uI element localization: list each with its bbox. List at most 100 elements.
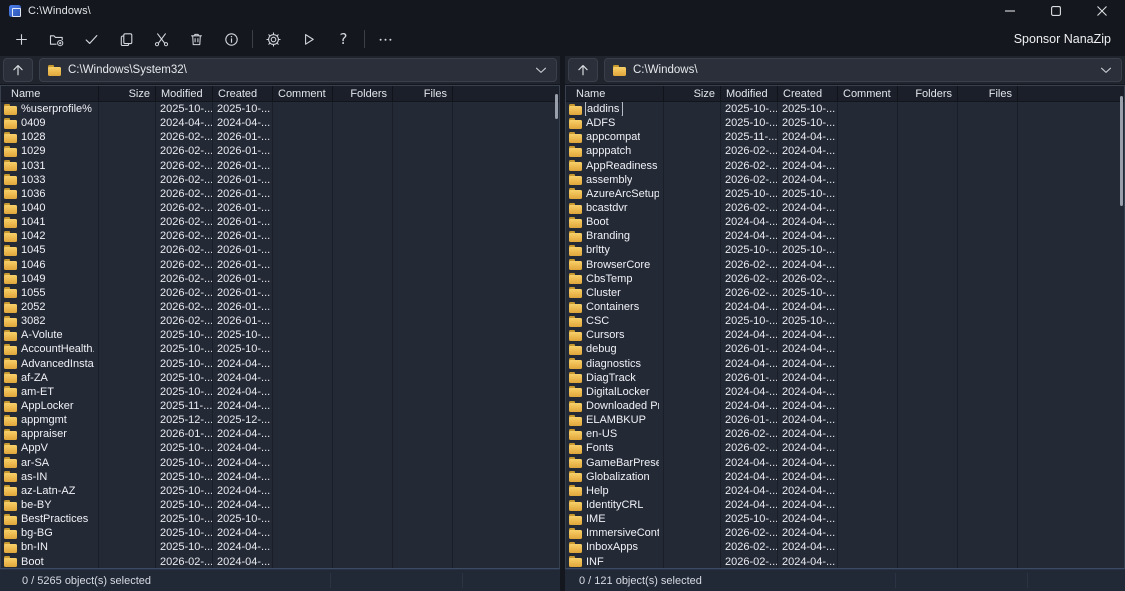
file-row[interactable]: Boot2024-04-...2024-04-...: [566, 215, 1124, 229]
file-row[interactable]: diagnostics2024-04-...2024-04-...: [566, 357, 1124, 371]
file-row[interactable]: 10552026-02-...2026-01-...: [1, 286, 559, 300]
path-combobox[interactable]: C:\Windows\System32\: [39, 58, 557, 82]
delete-button[interactable]: [179, 24, 214, 54]
file-row[interactable]: AzureArcSetup2025-10-...2025-10-...: [566, 187, 1124, 201]
file-row[interactable]: 10412026-02-...2026-01-...: [1, 215, 559, 229]
copy-button[interactable]: [109, 24, 144, 54]
up-button[interactable]: [568, 58, 598, 82]
file-row[interactable]: 10492026-02-...2026-01-...: [1, 272, 559, 286]
file-row[interactable]: ar-SA2025-10-...2024-04-...: [1, 456, 559, 470]
info-button[interactable]: [214, 24, 249, 54]
file-row[interactable]: az-Latn-AZ2025-10-...2024-04-...: [1, 484, 559, 498]
column-header-modified[interactable]: Modified: [721, 86, 778, 101]
file-row[interactable]: appmgmt2025-12-...2025-12-...: [1, 413, 559, 427]
file-row[interactable]: Cluster2026-02-...2025-10-...: [566, 286, 1124, 300]
chevron-down-icon[interactable]: [1099, 64, 1113, 76]
file-row[interactable]: DigitalLocker2024-04-...2024-04-...: [566, 385, 1124, 399]
path-combobox[interactable]: C:\Windows\: [604, 58, 1122, 82]
column-header-comment[interactable]: Comment: [838, 86, 898, 101]
chevron-down-icon[interactable]: [534, 64, 548, 76]
maximize-button[interactable]: [1033, 0, 1079, 22]
file-row[interactable]: Branding2024-04-...2024-04-...: [566, 229, 1124, 243]
file-row[interactable]: en-US2026-02-...2024-04-...: [566, 427, 1124, 441]
close-button[interactable]: [1079, 0, 1125, 22]
file-row[interactable]: 10422026-02-...2026-01-...: [1, 229, 559, 243]
file-row[interactable]: af-ZA2025-10-...2024-04-...: [1, 371, 559, 385]
file-row[interactable]: GameBarPresen...2024-04-...2024-04-...: [566, 456, 1124, 470]
vertical-scrollbar-thumb[interactable]: [555, 94, 558, 119]
file-row[interactable]: brltty2025-10-...2025-10-...: [566, 243, 1124, 257]
column-header-comment[interactable]: Comment: [273, 86, 333, 101]
file-row[interactable]: addins2025-10-...2025-10-...: [566, 102, 1124, 116]
options-button[interactable]: [256, 24, 291, 54]
file-row[interactable]: IdentityCRL2024-04-...2024-04-...: [566, 498, 1124, 512]
file-row[interactable]: Help2024-04-...2024-04-...: [566, 484, 1124, 498]
file-row[interactable]: INF2026-02-...2024-04-...: [566, 555, 1124, 569]
file-row[interactable]: 04092024-04-...2024-04-...: [1, 116, 559, 130]
file-row[interactable]: appcompat2025-11-...2024-04-...: [566, 130, 1124, 144]
file-row[interactable]: AppV2025-10-...2024-04-...: [1, 441, 559, 455]
column-header-folders[interactable]: Folders: [898, 86, 958, 101]
file-row[interactable]: CbsTemp2026-02-...2026-02-...: [566, 272, 1124, 286]
file-row[interactable]: apppatch2026-02-...2024-04-...: [566, 144, 1124, 158]
file-row[interactable]: 10292026-02-...2026-01-...: [1, 144, 559, 158]
file-row[interactable]: BrowserCore2026-02-...2024-04-...: [566, 258, 1124, 272]
extract-button[interactable]: [39, 24, 74, 54]
help-button[interactable]: ?: [326, 24, 361, 54]
test-button[interactable]: [74, 24, 109, 54]
file-row[interactable]: BestPractices2025-10-...2025-10-...: [1, 512, 559, 526]
file-row[interactable]: debug2026-01-...2024-04-...: [566, 342, 1124, 356]
run-button[interactable]: [291, 24, 326, 54]
move-button[interactable]: [144, 24, 179, 54]
file-row[interactable]: bn-IN2025-10-...2024-04-...: [1, 540, 559, 554]
minimize-button[interactable]: [987, 0, 1033, 22]
sponsor-nanazip-button[interactable]: Sponsor NanaZip: [1014, 32, 1111, 46]
file-row[interactable]: ADFS2025-10-...2025-10-...: [566, 116, 1124, 130]
file-row[interactable]: Globalization2024-04-...2024-04-...: [566, 470, 1124, 484]
file-row[interactable]: 10402026-02-...2026-01-...: [1, 201, 559, 215]
file-row[interactable]: Fonts2026-02-...2024-04-...: [566, 441, 1124, 455]
column-header-folders[interactable]: Folders: [333, 86, 393, 101]
file-row[interactable]: AccountHealth...2025-10-...2025-10-...: [1, 342, 559, 356]
file-row[interactable]: 10362026-02-...2026-01-...: [1, 187, 559, 201]
file-row[interactable]: ELAMBKUP2026-01-...2024-04-...: [566, 413, 1124, 427]
column-header-created[interactable]: Created: [778, 86, 838, 101]
file-row[interactable]: AppReadiness2026-02-...2024-04-...: [566, 159, 1124, 173]
more-button[interactable]: [368, 24, 403, 54]
file-row[interactable]: AppLocker2025-11-...2024-04-...: [1, 399, 559, 413]
up-button[interactable]: [3, 58, 33, 82]
file-row[interactable]: Containers2024-04-...2024-04-...: [566, 300, 1124, 314]
file-row[interactable]: am-ET2025-10-...2024-04-...: [1, 385, 559, 399]
file-row[interactable]: 10332026-02-...2026-01-...: [1, 173, 559, 187]
file-row[interactable]: DiagTrack2026-01-...2024-04-...: [566, 371, 1124, 385]
file-row[interactable]: 10452026-02-...2026-01-...: [1, 243, 559, 257]
file-row[interactable]: ImmersiveContr...2026-02-...2024-04-...: [566, 526, 1124, 540]
vertical-scrollbar-thumb[interactable]: [1120, 96, 1123, 206]
column-header-size[interactable]: Size: [99, 86, 156, 101]
add-button[interactable]: [4, 24, 39, 54]
file-row[interactable]: 10312026-02-...2026-01-...: [1, 159, 559, 173]
file-row[interactable]: 30822026-02-...2026-01-...: [1, 314, 559, 328]
file-row[interactable]: Boot2026-02-...2024-04-...: [1, 555, 559, 569]
column-header-files[interactable]: Files: [393, 86, 453, 101]
file-row[interactable]: 20522026-02-...2026-01-...: [1, 300, 559, 314]
column-header-modified[interactable]: Modified: [156, 86, 213, 101]
file-row[interactable]: bg-BG2025-10-...2024-04-...: [1, 526, 559, 540]
file-row[interactable]: appraiser2026-01-...2024-04-...: [1, 427, 559, 441]
file-row[interactable]: A-Volute2025-10-...2025-10-...: [1, 328, 559, 342]
file-row[interactable]: be-BY2025-10-...2024-04-...: [1, 498, 559, 512]
file-row[interactable]: AdvancedInstall...2025-10-...2024-04-...: [1, 357, 559, 371]
file-row[interactable]: CSC2025-10-...2025-10-...: [566, 314, 1124, 328]
file-row[interactable]: IME2025-10-...2024-04-...: [566, 512, 1124, 526]
file-row[interactable]: bcastdvr2026-02-...2024-04-...: [566, 201, 1124, 215]
file-row[interactable]: as-IN2025-10-...2024-04-...: [1, 470, 559, 484]
file-row[interactable]: Downloaded Pr...2024-04-...2024-04-...: [566, 399, 1124, 413]
file-row[interactable]: Cursors2024-04-...2024-04-...: [566, 328, 1124, 342]
column-header-files[interactable]: Files: [958, 86, 1018, 101]
file-row[interactable]: %userprofile%2025-10-...2025-10-...: [1, 102, 559, 116]
column-header-name[interactable]: Name: [1, 86, 99, 101]
column-header-size[interactable]: Size: [664, 86, 721, 101]
file-row[interactable]: 10282026-02-...2026-01-...: [1, 130, 559, 144]
file-row[interactable]: InboxApps2026-02-...2024-04-...: [566, 540, 1124, 554]
file-row[interactable]: assembly2026-02-...2024-04-...: [566, 173, 1124, 187]
